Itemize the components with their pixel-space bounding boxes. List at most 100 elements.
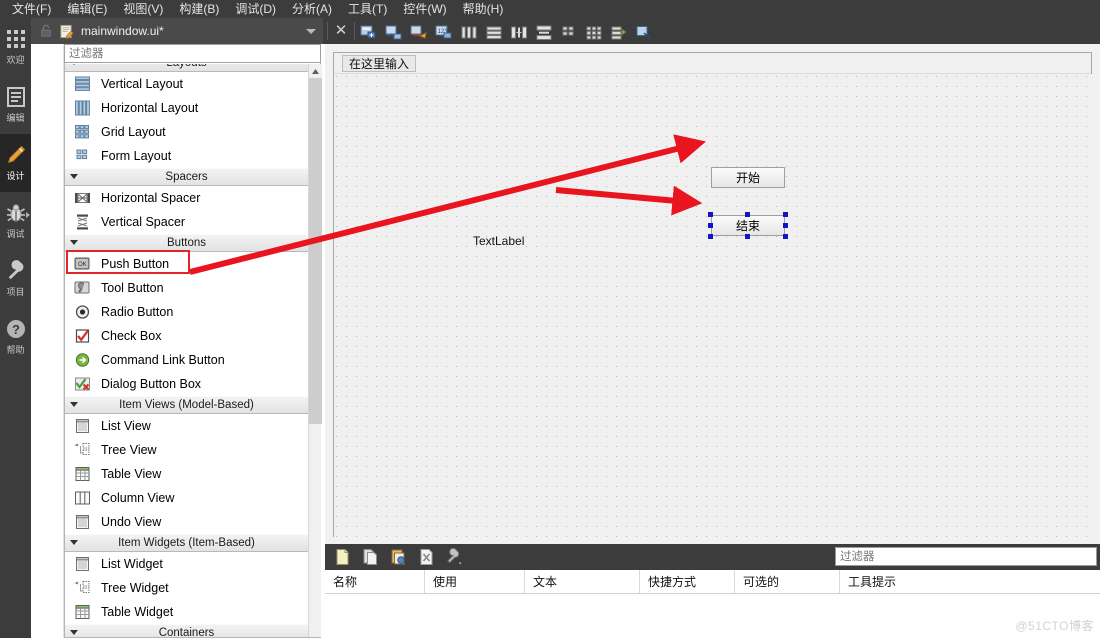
resize-handle-bl[interactable] [708, 234, 713, 239]
action-filter-input[interactable] [836, 548, 1096, 565]
text-label[interactable]: TextLabel [473, 234, 524, 248]
mode-item-欢迎[interactable]: 欢迎 [0, 18, 31, 76]
widget-group-header[interactable]: Item Views (Model-Based) [65, 396, 308, 414]
column-header-used[interactable]: 使用 [425, 570, 525, 593]
widget-box-filter[interactable] [64, 44, 321, 63]
resize-handle-tl[interactable] [708, 212, 713, 217]
form-window[interactable]: 在这里输入 开始 结束 TextLabel [333, 52, 1093, 537]
menu-debug[interactable]: 调试(D) [227, 0, 284, 18]
action-filter[interactable] [835, 547, 1097, 566]
widget-item-horizontal-layout[interactable]: Horizontal Layout [65, 96, 308, 120]
type-here-placeholder[interactable]: 在这里输入 [342, 54, 417, 72]
editor-tab[interactable]: mainwindow.ui* [31, 18, 323, 44]
mode-item-帮助[interactable]: ? 帮助 [0, 308, 31, 366]
mode-item-调试[interactable]: 调试 [0, 192, 31, 250]
menu-build[interactable]: 构建(B) [171, 0, 227, 18]
chevron-down-icon[interactable] [70, 64, 78, 65]
form-central-widget[interactable]: 开始 结束 TextLabel [334, 74, 1093, 537]
column-header-tooltip[interactable]: 工具提示 [840, 570, 1100, 593]
start-button[interactable]: 开始 [711, 167, 785, 188]
menu-analyze[interactable]: 分析(A) [284, 0, 340, 18]
chevron-down-icon[interactable] [70, 630, 78, 635]
widget-item-table-view[interactable]: Table View [65, 462, 308, 486]
adjust-size-tool[interactable] [633, 22, 655, 43]
layout-splitter-vertical-tool[interactable] [533, 22, 555, 43]
widget-item-list-view[interactable]: List View [65, 414, 308, 438]
resize-handle-tm[interactable] [745, 212, 750, 217]
menu-edit[interactable]: 编辑(E) [59, 0, 115, 18]
widget-item-tree-widget[interactable]: Tree Widget [65, 576, 308, 600]
widget-item-tree-view[interactable]: Tree View [65, 438, 308, 462]
break-layout-tool[interactable] [608, 22, 630, 43]
edit-buddies-tool[interactable] [408, 22, 430, 43]
widget-group-header[interactable]: Layouts [65, 64, 308, 72]
widget-item-grid-layout[interactable]: Grid Layout [65, 120, 308, 144]
edit-widgets-tool[interactable] [358, 22, 380, 43]
column-header-text[interactable]: 文本 [525, 570, 640, 593]
scrollbar-thumb[interactable] [309, 78, 322, 424]
form-canvas[interactable]: 在这里输入 开始 结束 TextLabel [325, 44, 1100, 544]
widget-item-vertical-spacer[interactable]: Vertical Spacer [65, 210, 308, 234]
column-header-checkable[interactable]: 可选的 [735, 570, 840, 593]
widget-group-header[interactable]: Containers [65, 624, 308, 637]
form-menubar[interactable]: 在这里输入 [334, 53, 1091, 74]
menu-view[interactable]: 视图(V) [115, 0, 171, 18]
resize-handle-ml[interactable] [708, 223, 713, 228]
close-icon[interactable]: ✕ [333, 23, 349, 39]
chevron-down-icon[interactable] [70, 240, 78, 245]
scroll-up-button[interactable] [309, 64, 322, 78]
copy-action-button[interactable] [359, 547, 381, 567]
chevron-down-icon[interactable] [70, 402, 78, 407]
mode-item-设计[interactable]: 设计 [0, 134, 31, 192]
chevron-down-icon[interactable] [70, 540, 78, 545]
resize-handle-tr[interactable] [783, 212, 788, 217]
resize-handle-mr[interactable] [783, 223, 788, 228]
resize-handle-bm[interactable] [745, 234, 750, 239]
mode-item-项目[interactable]: 项目 [0, 250, 31, 308]
widget-group-header[interactable]: Spacers [65, 168, 308, 186]
chevron-down-icon[interactable] [306, 28, 316, 34]
column-header-name[interactable]: 名称 [325, 570, 425, 593]
layout-form-tool[interactable] [558, 22, 580, 43]
widget-group-header[interactable]: Item Widgets (Item-Based) [65, 534, 308, 552]
chevron-right-icon[interactable] [26, 212, 30, 218]
unlocked-icon[interactable] [39, 24, 53, 38]
menu-help[interactable]: 帮助(H) [455, 0, 512, 18]
widget-box-scrollbar[interactable] [308, 64, 322, 637]
widget-item-column-view[interactable]: Column View [65, 486, 308, 510]
configure-action-button[interactable] [443, 547, 465, 567]
widget-group-header[interactable]: Buttons [65, 234, 308, 252]
paste-action-button[interactable] [387, 547, 409, 567]
menu-file[interactable]: 文件(F) [4, 0, 59, 18]
delete-action-button[interactable] [415, 547, 437, 567]
action-table-rows[interactable] [325, 594, 1100, 638]
widget-item-check-box[interactable]: Check Box [65, 324, 308, 348]
mode-item-编辑[interactable]: 编辑 [0, 76, 31, 134]
widget-item-command-link-button[interactable]: Command Link Button [65, 348, 308, 372]
layout-grid-tool[interactable] [583, 22, 605, 43]
widget-item-vertical-layout[interactable]: Vertical Layout [65, 72, 308, 96]
widget-item-horizontal-spacer[interactable]: Horizontal Spacer [65, 186, 308, 210]
widget-item-undo-view[interactable]: Undo View [65, 510, 308, 534]
new-action-button[interactable] [331, 547, 353, 567]
widget-box-list[interactable]: Layouts Vertical Layout Horizontal Layou… [65, 64, 308, 637]
column-header-shortcut[interactable]: 快捷方式 [640, 570, 735, 593]
layout-vertically-tool[interactable] [483, 22, 505, 43]
menu-widgets[interactable]: 控件(W) [395, 0, 454, 18]
layout-splitter-horizontal-tool[interactable] [508, 22, 530, 43]
mode-item-label: 设计 [6, 171, 25, 181]
widget-item-form-layout[interactable]: Form Layout [65, 144, 308, 168]
widget-filter-input[interactable] [65, 45, 320, 62]
chevron-down-icon[interactable] [70, 174, 78, 179]
edit-tab-order-tool[interactable]: 123 [433, 22, 455, 43]
resize-handle-br[interactable] [783, 234, 788, 239]
edit-signals-slots-tool[interactable] [383, 22, 405, 43]
menu-tools[interactable]: 工具(T) [340, 0, 395, 18]
widget-item-radio-button[interactable]: Radio Button [65, 300, 308, 324]
widget-item-push-button[interactable]: OK Push Button [65, 252, 308, 276]
widget-item-list-widget[interactable]: List Widget [65, 552, 308, 576]
widget-item-tool-button[interactable]: Tool Button [65, 276, 308, 300]
widget-item-table-widget[interactable]: Table Widget [65, 600, 308, 624]
layout-horizontally-tool[interactable] [458, 22, 480, 43]
widget-item-dialog-button-box[interactable]: Dialog Button Box [65, 372, 308, 396]
